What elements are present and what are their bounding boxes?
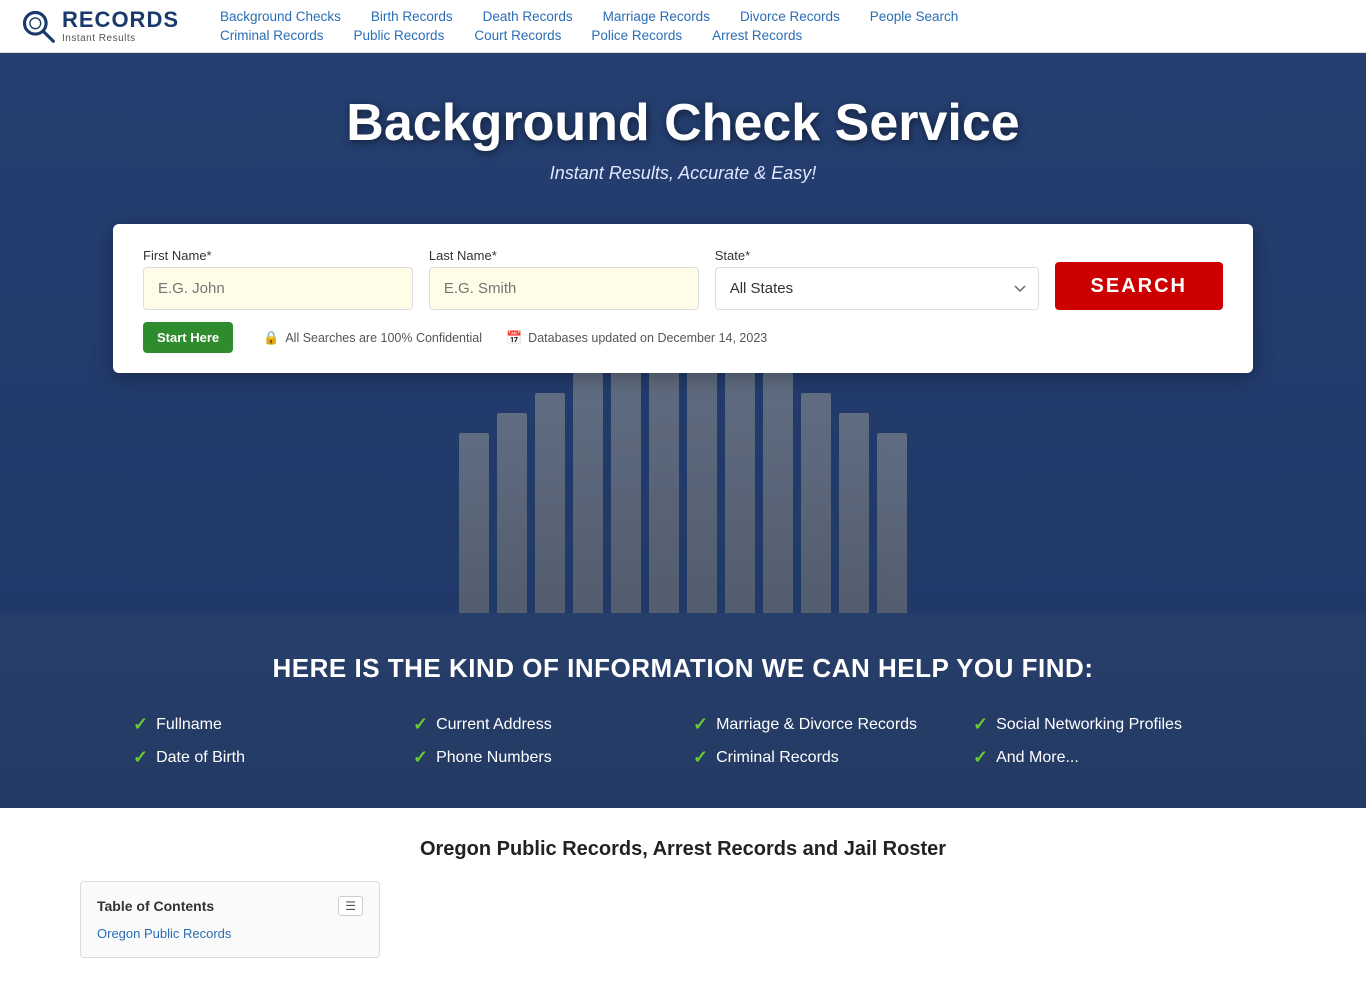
check-icon-6: ✓ [413, 747, 428, 768]
nav-police-records[interactable]: Police Records [591, 28, 682, 43]
check-icon-7: ✓ [693, 747, 708, 768]
nav-criminal-records[interactable]: Criminal Records [220, 28, 324, 43]
first-name-group: First Name* [143, 248, 413, 310]
info-item-marriage: ✓ Marriage & Divorce Records [693, 714, 953, 735]
main-nav: Background Checks Birth Records Death Re… [220, 9, 1346, 43]
state-group: State* All States AlabamaAlaskaArizona A… [715, 248, 1039, 310]
info-item-criminal: ✓ Criminal Records [693, 747, 953, 768]
first-name-input[interactable] [143, 267, 413, 310]
first-name-label: First Name* [143, 248, 413, 263]
logo-icon [20, 8, 56, 44]
check-icon-2: ✓ [413, 714, 428, 735]
nav-marriage-records[interactable]: Marriage Records [603, 9, 710, 24]
toc-toggle-button[interactable]: ☰ [338, 896, 363, 916]
logo-brand: RECORDS [62, 8, 179, 32]
hero-content: Background Check Service Instant Results… [346, 93, 1019, 214]
nav-background-checks[interactable]: Background Checks [220, 9, 341, 24]
nav-row-1: Background Checks Birth Records Death Re… [220, 9, 1346, 24]
info-item-phone: ✓ Phone Numbers [413, 747, 673, 768]
info-item-social: ✓ Social Networking Profiles [973, 714, 1233, 735]
calendar-icon: 📅 [506, 330, 522, 346]
toc-toggle-icon: ☰ [345, 899, 356, 913]
check-icon-8: ✓ [973, 747, 988, 768]
hero-subtitle: Instant Results, Accurate & Easy! [346, 163, 1019, 184]
search-button[interactable]: SEARCH [1055, 262, 1223, 310]
hero-title: Background Check Service [346, 93, 1019, 153]
nav-divorce-records[interactable]: Divorce Records [740, 9, 840, 24]
state-select[interactable]: All States AlabamaAlaskaArizona Arkansas… [715, 267, 1039, 310]
check-icon-4: ✓ [973, 714, 988, 735]
database-note: 📅 Databases updated on December 14, 2023 [506, 330, 767, 346]
check-icon-1: ✓ [133, 714, 148, 735]
confidential-note: 🔒 All Searches are 100% Confidential [263, 330, 482, 346]
table-of-contents: Table of Contents ☰ Oregon Public Record… [80, 881, 380, 958]
last-name-label: Last Name* [429, 248, 699, 263]
info-item-more: ✓ And More... [973, 747, 1233, 768]
last-name-input[interactable] [429, 267, 699, 310]
info-section: HERE IS THE KIND OF INFORMATION WE CAN H… [0, 613, 1366, 808]
info-item-dob: ✓ Date of Birth [133, 747, 393, 768]
nav-public-records[interactable]: Public Records [354, 28, 445, 43]
page-title: Oregon Public Records, Arrest Records an… [80, 838, 1286, 861]
logo-tagline: Instant Results [62, 33, 179, 44]
info-title: HERE IS THE KIND OF INFORMATION WE CAN H… [80, 653, 1286, 684]
info-item-address: ✓ Current Address [413, 714, 673, 735]
search-fields-row: First Name* Last Name* State* All States… [143, 248, 1223, 310]
hero-section: Background Check Service Instant Results… [0, 53, 1366, 613]
lock-icon: 🔒 [263, 330, 279, 346]
start-here-button[interactable]: Start Here [143, 322, 233, 353]
content-section: Oregon Public Records, Arrest Records an… [0, 808, 1366, 988]
nav-court-records[interactable]: Court Records [474, 28, 561, 43]
check-icon-3: ✓ [693, 714, 708, 735]
nav-arrest-records[interactable]: Arrest Records [712, 28, 802, 43]
toc-title: Table of Contents [97, 898, 214, 914]
state-label: State* [715, 248, 1039, 263]
last-name-group: Last Name* [429, 248, 699, 310]
site-logo[interactable]: RECORDS Instant Results [20, 8, 180, 44]
toc-header: Table of Contents ☰ [97, 896, 363, 916]
nav-people-search[interactable]: People Search [870, 9, 959, 24]
nav-death-records[interactable]: Death Records [483, 9, 573, 24]
nav-row-2: Criminal Records Public Records Court Re… [220, 28, 1346, 43]
info-items-grid: ✓ Fullname ✓ Current Address ✓ Marriage … [133, 714, 1233, 768]
toc-item-1[interactable]: Oregon Public Records [97, 924, 363, 943]
info-item-fullname: ✓ Fullname [133, 714, 393, 735]
logo-text-group: RECORDS Instant Results [62, 8, 179, 43]
nav-birth-records[interactable]: Birth Records [371, 9, 453, 24]
check-icon-5: ✓ [133, 747, 148, 768]
search-footer: Start Here 🔒 All Searches are 100% Confi… [143, 322, 1223, 353]
site-header: RECORDS Instant Results Background Check… [0, 0, 1366, 53]
search-box: First Name* Last Name* State* All States… [113, 224, 1253, 373]
search-notes: 🔒 All Searches are 100% Confidential 📅 D… [263, 330, 767, 346]
